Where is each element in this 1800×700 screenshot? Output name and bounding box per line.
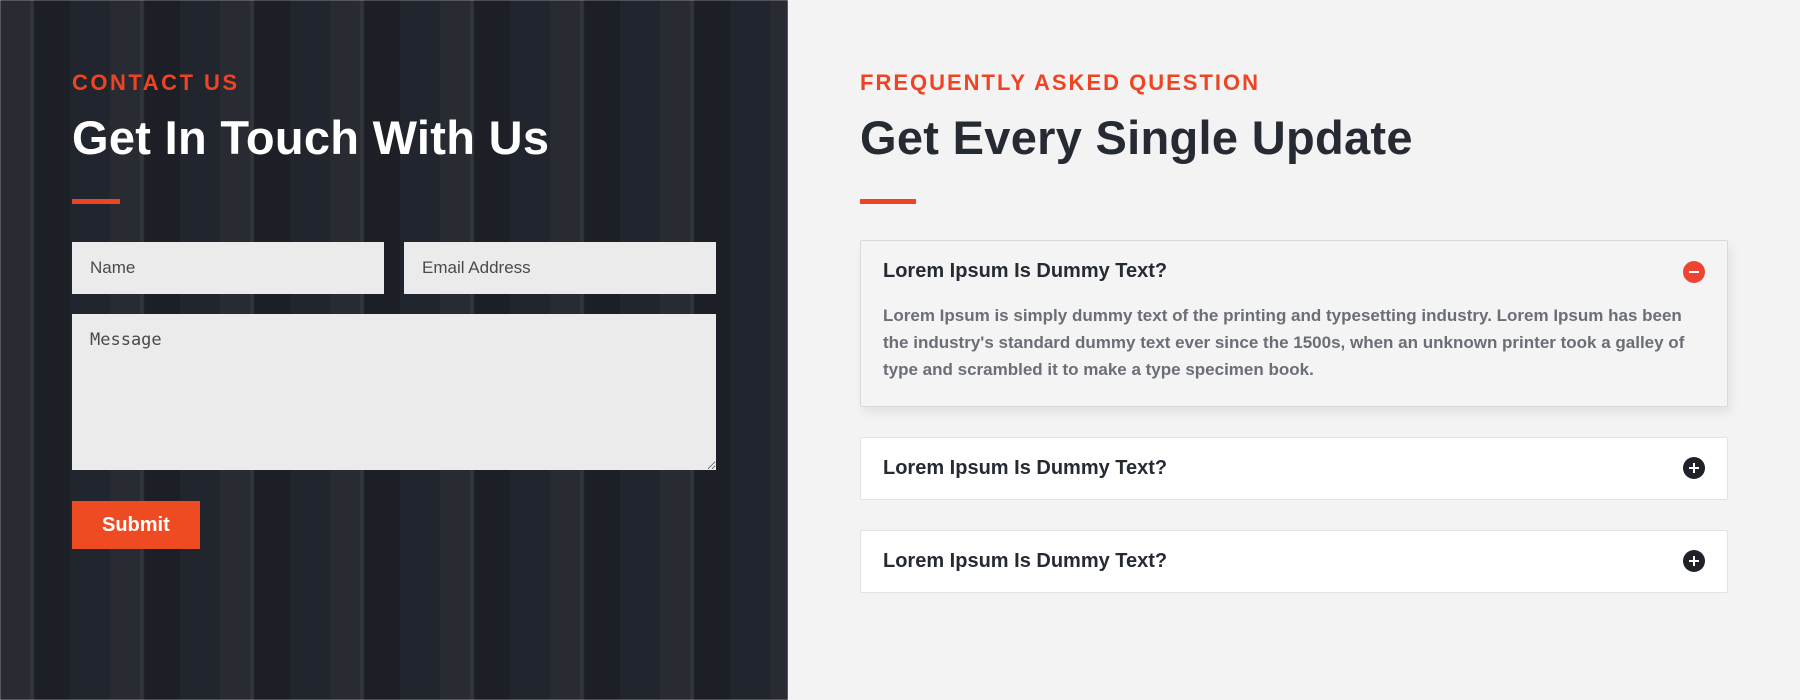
message-field[interactable] [72,314,716,470]
contact-eyebrow: CONTACT US [72,70,716,96]
faq-accordion: Lorem Ipsum Is Dummy Text? Lorem Ipsum i… [860,240,1728,593]
faq-item: Lorem Ipsum Is Dummy Text? [860,437,1728,500]
faq-item-header[interactable]: Lorem Ipsum Is Dummy Text? [861,531,1727,592]
contact-form: Submit [72,242,716,549]
minus-icon [1683,261,1705,283]
plus-icon [1683,457,1705,479]
faq-item-header[interactable]: Lorem Ipsum Is Dummy Text? [861,438,1727,499]
plus-icon [1683,550,1705,572]
faq-item-header[interactable]: Lorem Ipsum Is Dummy Text? [861,241,1727,302]
faq-item: Lorem Ipsum Is Dummy Text? Lorem Ipsum i… [860,240,1728,407]
faq-divider [860,199,916,204]
faq-question: Lorem Ipsum Is Dummy Text? [883,550,1167,573]
faq-answer: Lorem Ipsum is simply dummy text of the … [861,302,1727,406]
faq-section: FREQUENTLY ASKED QUESTION Get Every Sing… [788,0,1800,700]
contact-section: CONTACT US Get In Touch With Us Submit [0,0,788,700]
faq-title: Get Every Single Update [860,110,1728,165]
contact-divider [72,199,120,204]
email-field[interactable] [404,242,716,294]
submit-button[interactable]: Submit [72,501,200,549]
name-field[interactable] [72,242,384,294]
contact-title: Get In Touch With Us [72,110,716,165]
faq-item: Lorem Ipsum Is Dummy Text? [860,530,1728,593]
faq-question: Lorem Ipsum Is Dummy Text? [883,260,1167,283]
faq-eyebrow: FREQUENTLY ASKED QUESTION [860,70,1728,96]
faq-question: Lorem Ipsum Is Dummy Text? [883,457,1167,480]
